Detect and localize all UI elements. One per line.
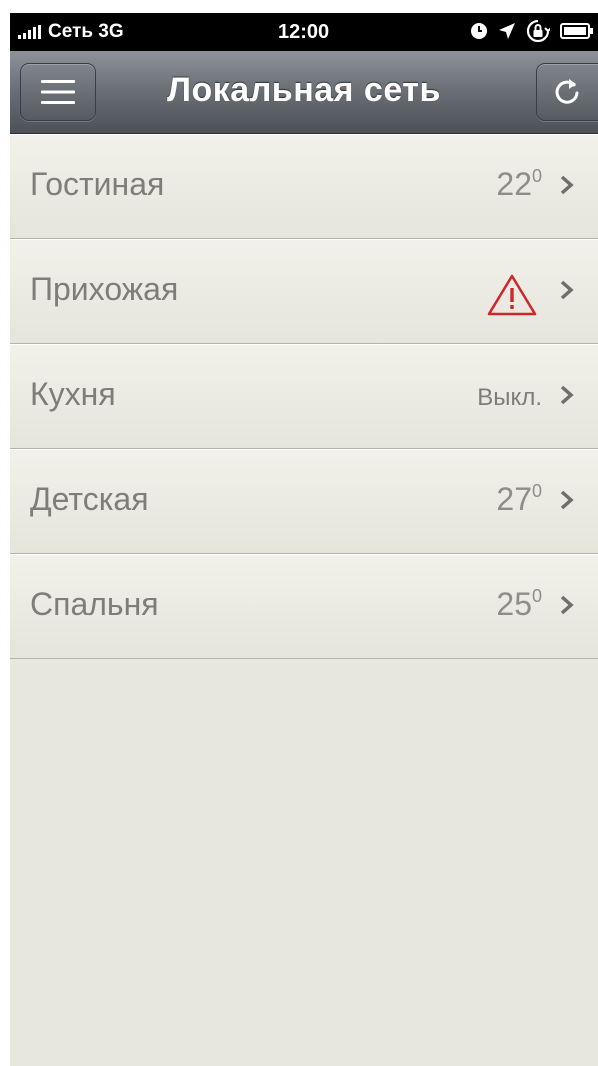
- refresh-button[interactable]: [536, 63, 598, 121]
- app-screen: Сеть 3G 12:00 Локальная сеть Гостиная 22…: [10, 13, 598, 1066]
- page-title: Локальная сеть: [167, 71, 441, 109]
- list-item-room[interactable]: Детская 270: [10, 449, 598, 554]
- room-temperature: 250: [496, 586, 542, 622]
- status-bar: Сеть 3G 12:00: [10, 13, 598, 51]
- status-icons: [460, 19, 594, 43]
- navigation-bar: Локальная сеть: [10, 51, 598, 134]
- refresh-icon: [555, 79, 579, 104]
- room-temperature: 220: [496, 166, 542, 202]
- chevron-right-icon: [560, 280, 574, 300]
- status-time: 12:00: [278, 21, 330, 43]
- room-name: Детская: [30, 481, 149, 517]
- list-item-room[interactable]: Кухня Выкл.: [10, 344, 598, 449]
- chevron-right-icon: [560, 595, 574, 615]
- list-item-room[interactable]: Гостиная 220: [10, 134, 598, 239]
- list-item-room[interactable]: Спальня 250: [10, 554, 598, 659]
- chevron-right-icon: [560, 175, 574, 195]
- room-status: Выкл.: [477, 384, 542, 411]
- room-name: Гостиная: [30, 166, 165, 202]
- room-name: Кухня: [30, 376, 116, 412]
- chevron-right-icon: [560, 385, 574, 405]
- clock-icon: [470, 22, 488, 40]
- status-left: Сеть 3G: [18, 21, 124, 43]
- chevron-right-icon: [560, 490, 574, 510]
- room-temperature: 270: [496, 481, 542, 517]
- signal-icon: [18, 25, 43, 39]
- rotation-lock-icon: [526, 19, 550, 43]
- location-arrow-icon: [498, 22, 516, 40]
- room-list: Гостиная 220 Прихожая Кухня Выкл. Детска…: [10, 134, 598, 659]
- room-name: Прихожая: [30, 271, 179, 307]
- carrier-label: Сеть 3G: [48, 21, 124, 42]
- battery-icon: [560, 22, 594, 40]
- warning-icon: [486, 273, 538, 322]
- room-name: Спальня: [30, 586, 159, 622]
- list-item-room[interactable]: Прихожая: [10, 239, 598, 344]
